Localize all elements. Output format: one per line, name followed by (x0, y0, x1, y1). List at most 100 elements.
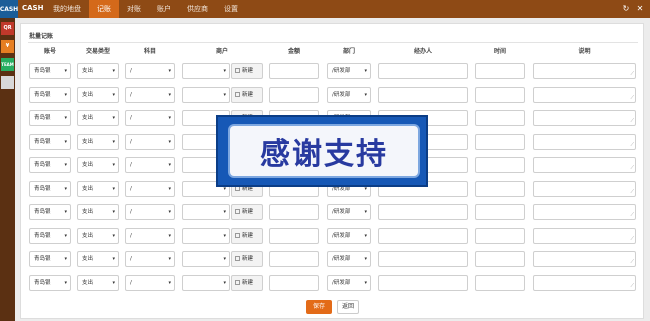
account-select[interactable]: 青岛银 ▾ (29, 274, 71, 291)
resize-grip-icon[interactable]: ⟋ (630, 166, 634, 171)
department-select[interactable]: /研发部 ▾ (327, 63, 371, 79)
department-select[interactable]: /研发部 ▾ (327, 227, 371, 244)
new-merchant-toggle[interactable]: 新建 (231, 63, 263, 79)
time-input[interactable] (475, 110, 525, 126)
account-select[interactable]: 青岛银 ▾ (29, 251, 71, 267)
account-select[interactable]: 青岛银 ▾ (29, 227, 71, 244)
save-button[interactable]: 保存 (306, 300, 332, 314)
handler-input[interactable] (378, 204, 468, 220)
handler-input[interactable] (378, 251, 468, 267)
time-input[interactable] (475, 274, 525, 291)
resize-grip-icon[interactable]: ⟋ (630, 283, 634, 289)
note-textarea[interactable]: ⟋ (533, 180, 636, 197)
handler-input[interactable] (378, 86, 468, 103)
resize-grip-icon[interactable]: ⟋ (630, 95, 634, 101)
nav-item-bookkeeping[interactable]: 记账 (89, 0, 119, 18)
time-input[interactable] (475, 63, 525, 79)
time-input[interactable] (475, 227, 525, 244)
transaction-type-select[interactable]: 支出 ▾ (77, 110, 119, 126)
nav-item-reconcile[interactable]: 对账 (119, 0, 149, 18)
note-textarea[interactable]: ⟋ (533, 204, 636, 220)
time-input[interactable] (475, 180, 525, 197)
account-select[interactable]: 青岛银 ▾ (29, 180, 71, 197)
transaction-type-select[interactable]: 支出 ▾ (77, 227, 119, 244)
subject-select[interactable]: / ▾ (125, 227, 175, 244)
merchant-select[interactable]: ▾ (182, 251, 230, 267)
app-logo[interactable]: CASH (0, 0, 18, 18)
note-textarea[interactable]: ⟋ (533, 227, 636, 244)
account-select[interactable]: 青岛银 ▾ (29, 204, 71, 220)
transaction-type-select[interactable]: 支出 ▾ (77, 274, 119, 291)
handler-input[interactable] (378, 274, 468, 291)
handler-input[interactable] (378, 63, 468, 79)
merchant-select[interactable]: ▾ (182, 86, 230, 103)
subject-select[interactable]: / ▾ (125, 86, 175, 103)
nav-item-settings[interactable]: 设置 (216, 0, 246, 18)
amount-input[interactable] (269, 204, 319, 220)
refresh-icon[interactable]: ↻ (620, 3, 632, 15)
transaction-type-select[interactable]: 支出 ▾ (77, 157, 119, 173)
team-icon[interactable]: TEAM (1, 58, 14, 71)
note-textarea[interactable]: ⟋ (533, 63, 636, 79)
time-input[interactable] (475, 251, 525, 267)
note-textarea[interactable]: ⟋ (533, 110, 636, 126)
nav-item-home[interactable]: 我的地盘 (45, 0, 89, 18)
transaction-type-select[interactable]: 支出 ▾ (77, 180, 119, 197)
amount-input[interactable] (269, 251, 319, 267)
transaction-type-select[interactable]: 支出 ▾ (77, 86, 119, 103)
new-merchant-toggle[interactable]: 新建 (231, 274, 263, 291)
time-input[interactable] (475, 133, 525, 150)
new-merchant-toggle[interactable]: 新建 (231, 86, 263, 103)
department-select[interactable]: /研发部 ▾ (327, 274, 371, 291)
close-icon[interactable]: ✕ (634, 3, 646, 15)
merchant-select[interactable]: ▾ (182, 227, 230, 244)
amount-input[interactable] (269, 227, 319, 244)
subject-select[interactable]: / ▾ (125, 204, 175, 220)
account-select[interactable]: 青岛银 ▾ (29, 157, 71, 173)
new-merchant-toggle[interactable]: 新建 (231, 227, 263, 244)
resize-grip-icon[interactable]: ⟋ (630, 236, 634, 242)
checkbox-icon[interactable] (235, 256, 240, 261)
merchant-select[interactable]: ▾ (182, 63, 230, 79)
back-button[interactable]: 返回 (337, 300, 359, 314)
note-textarea[interactable]: ⟋ (533, 133, 636, 150)
department-select[interactable]: /研发部 ▾ (327, 86, 371, 103)
merchant-select[interactable]: ▾ (182, 274, 230, 291)
note-textarea[interactable]: ⟋ (533, 86, 636, 103)
resize-grip-icon[interactable]: ⟋ (630, 142, 634, 148)
resize-grip-icon[interactable]: ⟋ (630, 260, 634, 265)
subject-select[interactable]: / ▾ (125, 110, 175, 126)
transaction-type-select[interactable]: 支出 ▾ (77, 63, 119, 79)
yen-icon[interactable]: ¥ (1, 40, 14, 53)
amount-input[interactable] (269, 274, 319, 291)
transaction-type-select[interactable]: 支出 ▾ (77, 251, 119, 267)
checkbox-icon[interactable] (235, 91, 240, 97)
new-merchant-toggle[interactable]: 新建 (231, 204, 263, 220)
checkbox-icon[interactable] (235, 209, 240, 214)
note-textarea[interactable]: ⟋ (533, 157, 636, 173)
amount-input[interactable] (269, 63, 319, 79)
note-textarea[interactable]: ⟋ (533, 251, 636, 267)
checkbox-icon[interactable] (235, 68, 240, 73)
transaction-type-select[interactable]: 支出 ▾ (77, 133, 119, 150)
time-input[interactable] (475, 86, 525, 103)
qr-code-icon[interactable]: QR (1, 22, 14, 35)
subject-select[interactable]: / ▾ (125, 133, 175, 150)
account-select[interactable]: 青岛银 ▾ (29, 133, 71, 150)
checkbox-icon[interactable] (235, 232, 240, 238)
account-select[interactable]: 青岛银 ▾ (29, 63, 71, 79)
subject-select[interactable]: / ▾ (125, 251, 175, 267)
resize-grip-icon[interactable]: ⟋ (630, 72, 634, 77)
amount-input[interactable] (269, 86, 319, 103)
transaction-type-select[interactable]: 支出 ▾ (77, 204, 119, 220)
grid-icon[interactable] (1, 76, 14, 89)
resize-grip-icon[interactable]: ⟋ (630, 189, 634, 195)
subject-select[interactable]: / ▾ (125, 157, 175, 173)
subject-select[interactable]: / ▾ (125, 180, 175, 197)
new-merchant-toggle[interactable]: 新建 (231, 251, 263, 267)
department-select[interactable]: /研发部 ▾ (327, 251, 371, 267)
nav-item-accounts[interactable]: 账户 (149, 0, 179, 18)
time-input[interactable] (475, 204, 525, 220)
department-select[interactable]: /研发部 ▾ (327, 204, 371, 220)
account-select[interactable]: 青岛银 ▾ (29, 86, 71, 103)
